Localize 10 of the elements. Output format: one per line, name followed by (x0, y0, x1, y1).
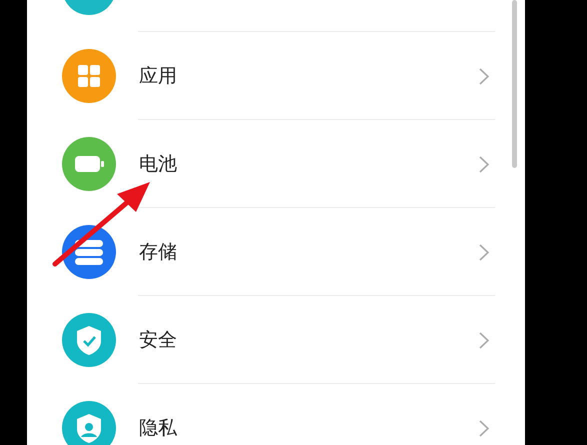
settings-item-label[interactable]: 存储 (139, 239, 479, 265)
settings-item-label[interactable]: 应用 (139, 63, 479, 89)
chevron-right-icon (479, 420, 489, 436)
chevron-right-icon (479, 332, 489, 348)
chevron-right-icon (479, 244, 489, 260)
settings-item-label[interactable]: 电池 (139, 151, 479, 177)
chevron-right-icon (479, 156, 489, 172)
settings-item-label[interactable]: 安全 (139, 327, 479, 353)
chevron-right-icon (479, 68, 489, 84)
settings-item-label[interactable]: 隐私 (139, 415, 479, 441)
